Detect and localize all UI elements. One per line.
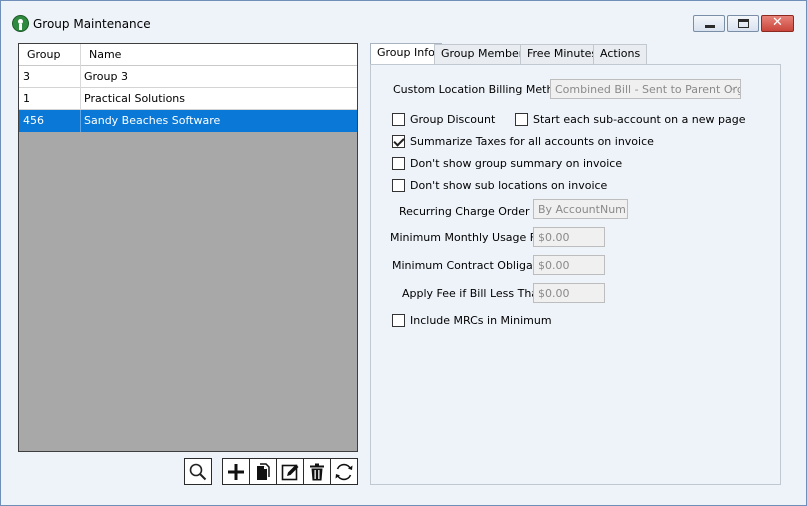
close-button[interactable]: ✕	[761, 15, 794, 32]
search-icon	[189, 463, 207, 481]
trash-icon	[310, 463, 324, 481]
min-contract-label: Minimum Contract Obligation	[392, 259, 554, 272]
column-header-group[interactable]: Group	[27, 48, 61, 61]
min-contract-field[interactable]: $0.00	[533, 255, 605, 275]
refresh-icon	[335, 463, 353, 481]
chevron-down-icon: ⌵	[729, 82, 737, 93]
edit-icon	[281, 464, 299, 481]
row-group-cell: 1	[23, 92, 30, 105]
window-title: Group Maintenance	[33, 17, 151, 31]
refresh-button[interactable]	[330, 458, 358, 485]
tab-actions[interactable]: Actions	[593, 44, 648, 64]
column-divider[interactable]	[80, 44, 81, 66]
row-group-cell: 456	[23, 114, 44, 127]
summarize-taxes-label[interactable]: Summarize Taxes for all accounts on invo…	[410, 135, 654, 148]
table-row[interactable]: 3 Group 3	[19, 66, 357, 88]
min-usage-fee-label: Minimum Monthly Usage Fee	[390, 231, 550, 244]
edit-button[interactable]	[276, 458, 304, 485]
tab-group-info[interactable]: Group Info	[370, 43, 442, 65]
row-group-cell: 3	[23, 70, 30, 83]
title-bar[interactable]: Group Maintenance ✕	[1, 1, 806, 35]
row-name-cell: Practical Solutions	[84, 92, 186, 105]
start-sub-account-checkbox[interactable]	[515, 113, 528, 126]
close-icon: ✕	[772, 15, 783, 30]
dont-show-summary-checkbox[interactable]	[392, 157, 405, 170]
recurring-order-label: Recurring Charge Order By	[399, 205, 548, 218]
dont-show-summary-label[interactable]: Don't show group summary on invoice	[410, 157, 622, 170]
search-button[interactable]	[184, 458, 212, 485]
add-button[interactable]	[222, 458, 250, 485]
group-discount-checkbox[interactable]	[392, 113, 405, 126]
copy-button[interactable]	[249, 458, 277, 485]
min-usage-fee-field[interactable]: $0.00	[533, 227, 605, 247]
tab-free-minutes[interactable]: Free Minutes	[520, 44, 605, 64]
billing-method-value: Combined Bill - Sent to Parent Organ	[555, 83, 741, 96]
group-discount-label[interactable]: Group Discount	[410, 113, 495, 126]
cell-divider	[80, 110, 81, 132]
start-sub-account-label[interactable]: Start each sub-account on a new page	[533, 113, 746, 126]
row-name-cell: Sandy Beaches Software	[84, 114, 221, 127]
delete-button[interactable]	[303, 458, 331, 485]
dont-show-sub-locations-checkbox[interactable]	[392, 179, 405, 192]
grid-header: Group Name	[19, 44, 357, 66]
summarize-taxes-checkbox[interactable]	[392, 135, 405, 148]
copy-icon	[257, 463, 270, 480]
row-name-cell: Group 3	[84, 70, 128, 83]
group-info-panel: Custom Location Billing Method Combined …	[370, 64, 781, 485]
minimize-icon	[705, 25, 715, 28]
billing-method-select[interactable]: Combined Bill - Sent to Parent Organ ⌵	[550, 79, 741, 99]
group-maintenance-window: Group Maintenance ✕ Group Name 3 Group 3…	[0, 0, 807, 506]
maximize-button[interactable]	[727, 15, 759, 32]
table-row[interactable]: 1 Practical Solutions	[19, 88, 357, 110]
cell-divider	[80, 66, 81, 88]
apply-fee-label: Apply Fee if Bill Less Than	[402, 287, 546, 300]
column-header-name[interactable]: Name	[89, 48, 121, 61]
billing-method-label: Custom Location Billing Method	[393, 83, 568, 96]
cell-divider	[80, 88, 81, 110]
add-icon	[228, 464, 244, 480]
include-mrcs-checkbox[interactable]	[392, 314, 405, 327]
dont-show-sub-locations-label[interactable]: Don't show sub locations on invoice	[410, 179, 607, 192]
apply-fee-field[interactable]: $0.00	[533, 283, 605, 303]
recurring-order-field[interactable]: By AccountNum	[533, 199, 628, 219]
minimize-button[interactable]	[693, 15, 725, 32]
app-logo-icon	[12, 15, 29, 32]
group-grid[interactable]: Group Name 3 Group 3 1 Practical Solutio…	[18, 43, 358, 452]
include-mrcs-label[interactable]: Include MRCs in Minimum	[410, 314, 552, 327]
maximize-icon	[738, 19, 749, 28]
table-row-selected[interactable]: 456 Sandy Beaches Software	[19, 110, 357, 132]
